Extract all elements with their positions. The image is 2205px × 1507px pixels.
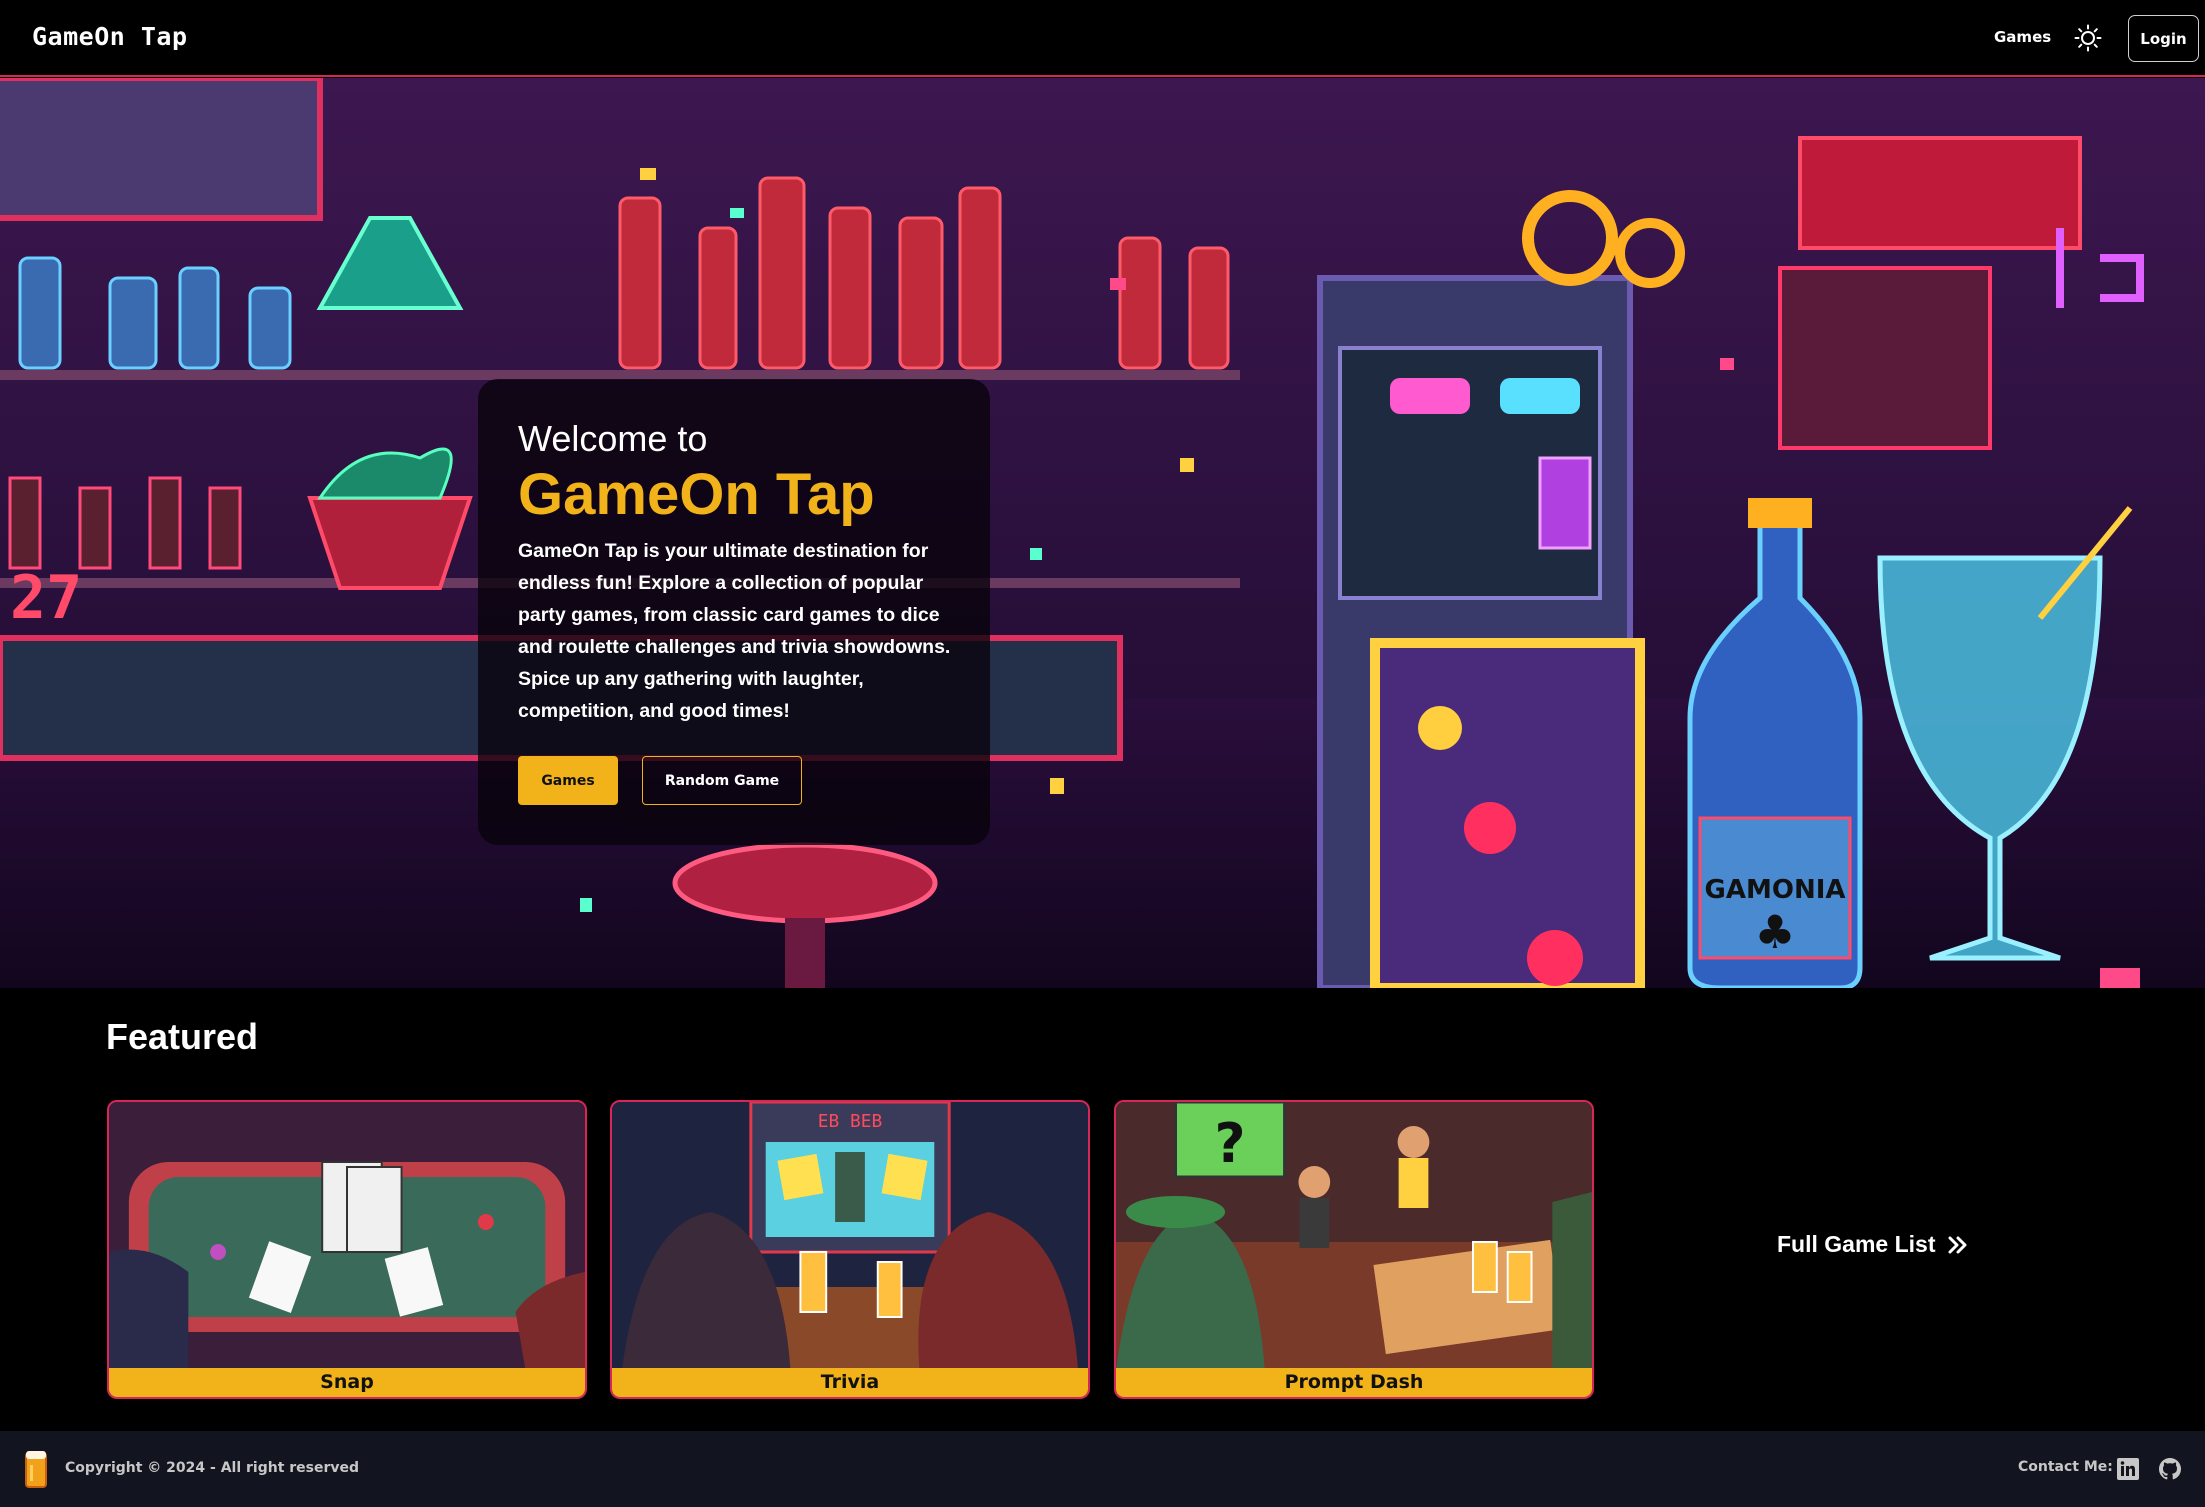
brand-logo-text[interactable]: GameOn Tap <box>32 22 188 51</box>
full-game-list-link[interactable]: Full Game List <box>1777 1231 1969 1258</box>
hero-actions: Games Random Game <box>518 756 802 805</box>
welcome-title: GameOn Tap <box>518 462 875 527</box>
random-game-button[interactable]: Random Game <box>642 756 802 805</box>
hero-section: 27 GAMONIA ♣ Welcome to GameOn Tap GameO… <box>0 78 2205 988</box>
prompt-dash-card-illustration: ? <box>1116 1102 1592 1370</box>
featured-heading: Featured <box>106 1016 259 1057</box>
svg-text:EB BEB: EB BEB <box>818 1111 882 1132</box>
welcome-pretitle: Welcome to <box>518 418 708 459</box>
contact-label: Contact Me: <box>2018 1459 2113 1475</box>
double-chevron-right-icon <box>1948 1236 1967 1253</box>
github-icon[interactable] <box>2158 1457 2182 1481</box>
login-button[interactable]: Login <box>2128 15 2199 62</box>
copyright-text: Copyright © 2024 - All right reserved <box>65 1460 360 1476</box>
sun-icon[interactable] <box>2074 24 2102 52</box>
games-button[interactable]: Games <box>518 756 618 805</box>
welcome-card: Welcome to GameOn Tap GameOn Tap is your… <box>478 379 990 845</box>
full-game-list-label: Full Game List <box>1777 1231 1936 1257</box>
card-label: Prompt Dash <box>1116 1368 1592 1397</box>
footer: Copyright © 2024 - All right reserved Co… <box>0 1431 2205 1507</box>
game-card-snap[interactable]: Snap <box>107 1100 587 1399</box>
game-card-prompt-dash[interactable]: ? Prompt Dash <box>1114 1100 1594 1399</box>
linkedin-icon[interactable] <box>2117 1458 2139 1480</box>
game-card-trivia[interactable]: EB BEB Trivia <box>610 1100 1090 1399</box>
svg-text:♣: ♣ <box>1754 905 1795 959</box>
card-label: Snap <box>109 1368 585 1397</box>
card-label: Trivia <box>612 1368 1088 1397</box>
svg-text:GAMONIA: GAMONIA <box>1705 875 1846 905</box>
trivia-card-illustration: EB BEB <box>612 1102 1088 1370</box>
welcome-description: GameOn Tap is your ultimate destination … <box>518 540 951 722</box>
hero-bar-illustration: 27 GAMONIA ♣ <box>0 78 2205 988</box>
top-navbar: GameOn Tap Games Login <box>0 0 2205 77</box>
svg-text:27: 27 <box>10 563 82 633</box>
nav-games-link[interactable]: Games <box>1994 28 2051 46</box>
snap-card-illustration <box>109 1102 585 1370</box>
beer-glass-logo-icon <box>25 1451 47 1488</box>
svg-text:?: ? <box>1215 1112 1246 1175</box>
